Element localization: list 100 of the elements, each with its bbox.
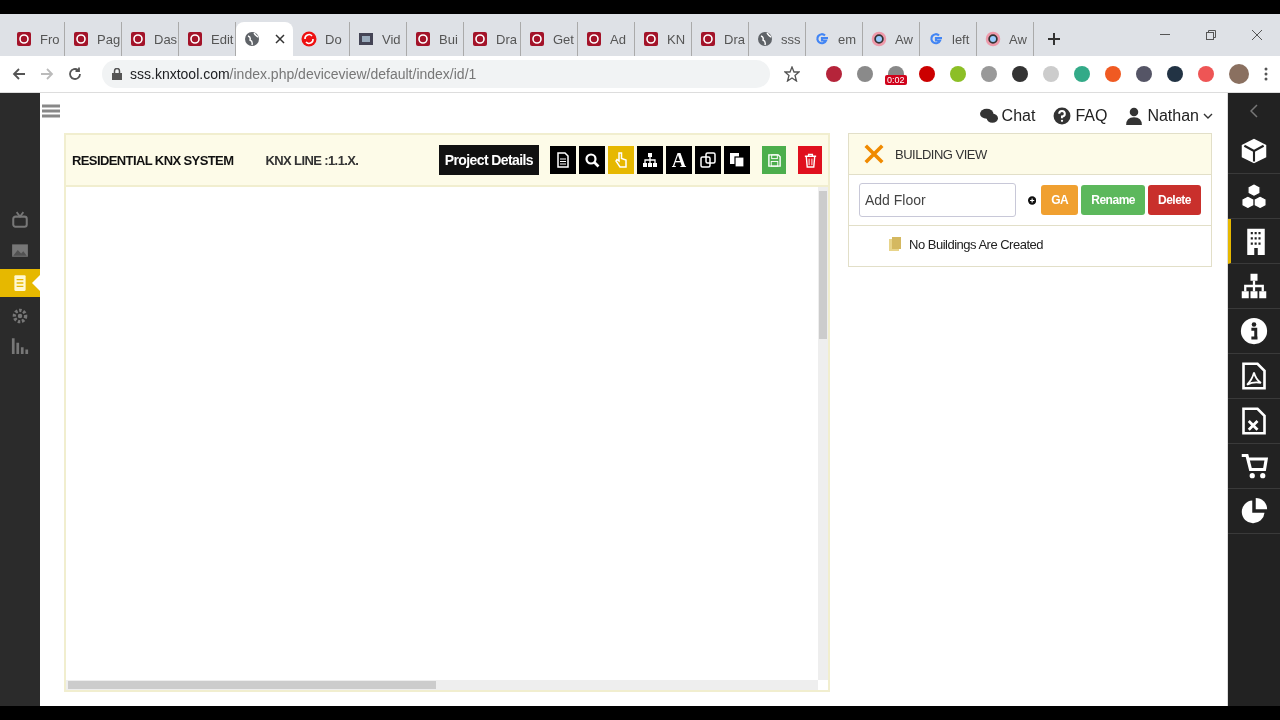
excel-icon: [1240, 407, 1268, 435]
tv-icon: [11, 211, 29, 229]
panel-title: BUILDING VIEW: [895, 146, 987, 162]
browser-tab[interactable]: sss: [749, 22, 806, 56]
address-bar[interactable]: sss.knxtool.com/index.php/deviceview/default/index/id/1: [102, 60, 770, 88]
browser-tab[interactable]: Do: [293, 22, 350, 56]
save-button[interactable]: [762, 146, 786, 174]
tab-icon: [643, 31, 659, 47]
browser-tab[interactable]: [236, 22, 293, 56]
new-tab-icon[interactable]: [1047, 32, 1061, 46]
user-icon: [1125, 107, 1144, 125]
tab-icon: [16, 31, 32, 47]
action-button[interactable]: Delete: [1147, 185, 1201, 215]
tab-icon: [871, 31, 887, 47]
document-icon: [555, 152, 571, 168]
chat-icon: [979, 107, 998, 125]
tab-icon: [757, 31, 773, 47]
browser-tab[interactable]: Pag: [65, 22, 122, 56]
browser-tab[interactable]: left: [920, 22, 977, 56]
lock-icon: [112, 68, 122, 80]
extension-icon[interactable]: [919, 66, 935, 82]
hand-icon: [613, 152, 629, 168]
browser-tab[interactable]: Dra: [692, 22, 749, 56]
tool-button[interactable]: [579, 146, 605, 174]
tab-icon: [472, 31, 488, 47]
reload-icon[interactable]: [68, 67, 82, 81]
sitemap-icon: [642, 152, 658, 168]
tab-icon: [187, 31, 203, 47]
collapse-icon[interactable]: [1250, 104, 1258, 118]
browser-tab[interactable]: Vid: [350, 22, 407, 56]
floor-input[interactable]: Add Floor: [859, 183, 1016, 217]
search-icon: [584, 152, 600, 168]
save-icon: [766, 152, 782, 168]
header-link[interactable]: Nathan: [1125, 107, 1213, 125]
browser-tab[interactable]: Das: [122, 22, 179, 56]
extension-icon[interactable]: [1136, 66, 1152, 82]
browser-tab[interactable]: KN: [635, 22, 692, 56]
cart-icon: [1240, 452, 1268, 480]
trash-button[interactable]: [798, 146, 822, 174]
extension-icon[interactable]: [826, 66, 842, 82]
tool-button[interactable]: [637, 146, 663, 174]
avatar-icon[interactable]: [1229, 64, 1249, 84]
tab-icon: [301, 31, 317, 47]
vertical-scrollbar[interactable]: [818, 187, 828, 680]
line-label: KNX LINE :1.1.X.: [265, 152, 359, 168]
browser-tab[interactable]: Get: [521, 22, 578, 56]
tab-icon: [130, 31, 146, 47]
trash-icon: [802, 152, 818, 168]
tab-icon: [586, 31, 602, 47]
browser-tab[interactable]: Dra: [464, 22, 521, 56]
url-text: sss.knxtool.com/index.php/deviceview/default/index/id/1: [130, 66, 477, 82]
tab-icon: [244, 31, 260, 47]
project-title: RESIDENTIAL KNX SYSTEM: [72, 152, 234, 168]
restore-icon[interactable]: [1206, 30, 1216, 40]
tab-icon: [415, 31, 431, 47]
extension-icon[interactable]: [1167, 66, 1183, 82]
close-icon[interactable]: [275, 34, 285, 44]
minimize-icon[interactable]: [1160, 34, 1170, 36]
tab-icon: [928, 31, 944, 47]
tool-button[interactable]: [695, 146, 721, 174]
tool-button[interactable]: [724, 146, 750, 174]
copy-icon: [700, 152, 716, 168]
pdf-icon: [1240, 362, 1268, 390]
question-icon: [1053, 107, 1072, 125]
star-icon[interactable]: [784, 66, 800, 82]
paste-icon: [729, 152, 745, 168]
folder-icon: [887, 236, 903, 252]
tab-icon: [985, 31, 1001, 47]
sitemap-icon: [1240, 272, 1268, 300]
browser-tab[interactable]: Aw: [977, 22, 1034, 56]
extension-icon[interactable]: [1012, 66, 1028, 82]
info-icon: [1240, 317, 1268, 345]
browser-tab[interactable]: em: [806, 22, 863, 56]
bars-icon: [11, 337, 29, 355]
empty-message: No Buildings Are Created: [909, 236, 1043, 252]
header-link[interactable]: FAQ: [1053, 107, 1108, 125]
browser-tab[interactable]: Aw: [863, 22, 920, 56]
close-icon[interactable]: [1252, 30, 1262, 40]
tab-icon: [529, 31, 545, 47]
more-icon[interactable]: [1264, 67, 1268, 81]
tab-icon: [358, 31, 374, 47]
tab-icon: [700, 31, 716, 47]
tool-button[interactable]: [550, 146, 576, 174]
project-details-button[interactable]: Project Details: [438, 145, 539, 175]
horizontal-scrollbar[interactable]: [66, 680, 818, 690]
pie-icon: [1240, 497, 1268, 525]
list-icon: [11, 274, 29, 292]
back-icon[interactable]: [12, 67, 26, 81]
browser-tab[interactable]: Fro: [8, 22, 65, 56]
browser-tab[interactable]: Edit: [179, 22, 236, 56]
text-tool-button[interactable]: A: [666, 146, 692, 174]
browser-tab[interactable]: Bui: [407, 22, 464, 56]
menu-icon[interactable]: [42, 104, 60, 120]
nav-item[interactable]: [1228, 219, 1280, 264]
caret-icon: [1203, 113, 1213, 119]
header-link[interactable]: Chat: [979, 107, 1036, 125]
browser-tab[interactable]: Ad: [578, 22, 635, 56]
cube-icon: [1240, 137, 1268, 165]
image-icon: [11, 241, 29, 259]
gear-icon: [11, 307, 29, 325]
